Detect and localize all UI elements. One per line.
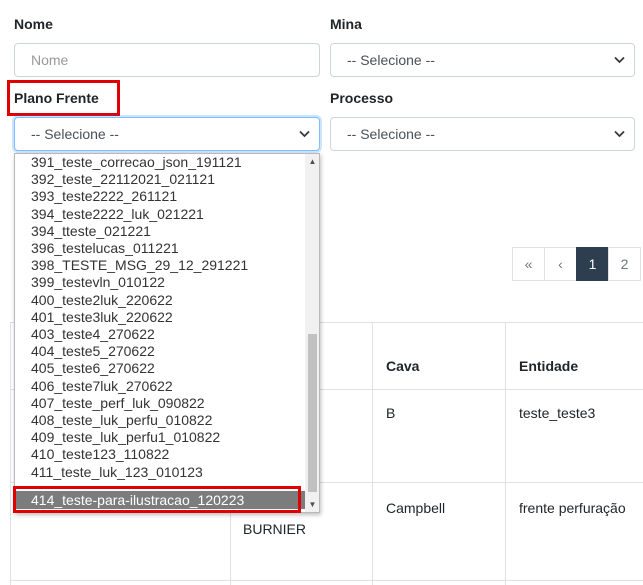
- table-column-divider: [372, 322, 373, 585]
- mina-label: Mina: [330, 16, 362, 32]
- dropdown-option[interactable]: 396_testelucas_011221: [15, 240, 305, 258]
- table-column-divider: [10, 322, 11, 585]
- dropdown-option[interactable]: 405_teste6_270622: [15, 360, 305, 378]
- dropdown-option[interactable]: 391_teste_correcao_json_191121: [15, 154, 305, 172]
- pagination-page-2[interactable]: 2: [608, 247, 641, 281]
- dropdown-option[interactable]: 407_teste_perf_luk_090822: [15, 395, 305, 413]
- scroll-up-arrow-icon[interactable]: ▲: [308, 157, 317, 166]
- dropdown-option[interactable]: 408_teste_luk_perfu_010822: [15, 412, 305, 430]
- table-cell-entidade: teste_teste3: [519, 405, 596, 421]
- table-row-divider: [10, 580, 643, 581]
- table-cell-cava: Campbell: [386, 500, 446, 516]
- chevron-down-icon: [614, 118, 625, 138]
- pagination-prev-button[interactable]: ‹: [544, 247, 577, 281]
- dropdown-option[interactable]: 406_teste7luk_270622: [15, 378, 305, 396]
- table-cell-cava: B: [386, 405, 396, 421]
- dropdown-option[interactable]: 398_TESTE_MSG_29_12_291221: [15, 257, 305, 275]
- table-cell-entidade: frente perfuração: [519, 500, 626, 516]
- dropdown-option[interactable]: 401_teste3luk_220622: [15, 309, 305, 327]
- plano-frente-highlight: [7, 80, 120, 116]
- dropdown-option[interactable]: 392_teste_22112021_021121: [15, 171, 305, 189]
- table-cell-partial: BURNIER: [243, 521, 307, 537]
- table-column-divider: [505, 322, 506, 585]
- pagination-first-button[interactable]: «: [512, 247, 545, 281]
- scroll-down-arrow-icon[interactable]: ▼: [308, 500, 317, 509]
- plano-frente-select-value: -- Selecione --: [31, 126, 119, 142]
- dropdown-option[interactable]: 393_teste2222_261121: [15, 188, 305, 206]
- mina-select-value: -- Selecione --: [347, 52, 435, 68]
- dropdown-option[interactable]: 400_teste2luk_220622: [15, 292, 305, 310]
- dropdown-option[interactable]: 411_teste_luk_123_010123: [15, 464, 305, 482]
- scrollbar-thumb[interactable]: [308, 334, 317, 492]
- chevron-down-icon: [614, 44, 625, 64]
- table-header-entidade: Entidade: [519, 358, 579, 374]
- processo-label: Processo: [330, 90, 394, 106]
- chevron-down-icon: [299, 118, 310, 138]
- dropdown-option[interactable]: 394_teste2222_luk_021221: [15, 206, 305, 224]
- selected-option-highlight: [13, 486, 301, 513]
- pagination-page-1[interactable]: 1: [576, 247, 609, 281]
- nome-input[interactable]: Nome: [14, 43, 320, 77]
- dropdown-option[interactable]: 403_teste4_270622: [15, 326, 305, 344]
- dropdown-scrollbar[interactable]: ▲ ▼: [305, 154, 319, 512]
- dropdown-option[interactable]: 409_teste_luk_perfu1_010822: [15, 429, 305, 447]
- dropdown-option[interactable]: 410_teste123_110822: [15, 446, 305, 464]
- processo-select-value: -- Selecione --: [347, 126, 435, 142]
- nome-placeholder: Nome: [31, 52, 69, 68]
- dropdown-option[interactable]: 394_tteste_021221: [15, 223, 305, 241]
- nome-label: Nome: [14, 16, 53, 32]
- plano-frente-dropdown-list[interactable]: 391_teste_correcao_json_191121 392_teste_…: [14, 153, 320, 513]
- processo-select[interactable]: -- Selecione --: [330, 117, 635, 151]
- dropdown-option[interactable]: 399_testevln_010122: [15, 274, 305, 292]
- dropdown-option[interactable]: 404_teste5_270622: [15, 343, 305, 361]
- table-header-cava: Cava: [386, 358, 420, 374]
- mina-select[interactable]: -- Selecione --: [330, 43, 635, 77]
- plano-frente-select[interactable]: -- Selecione --: [14, 117, 320, 151]
